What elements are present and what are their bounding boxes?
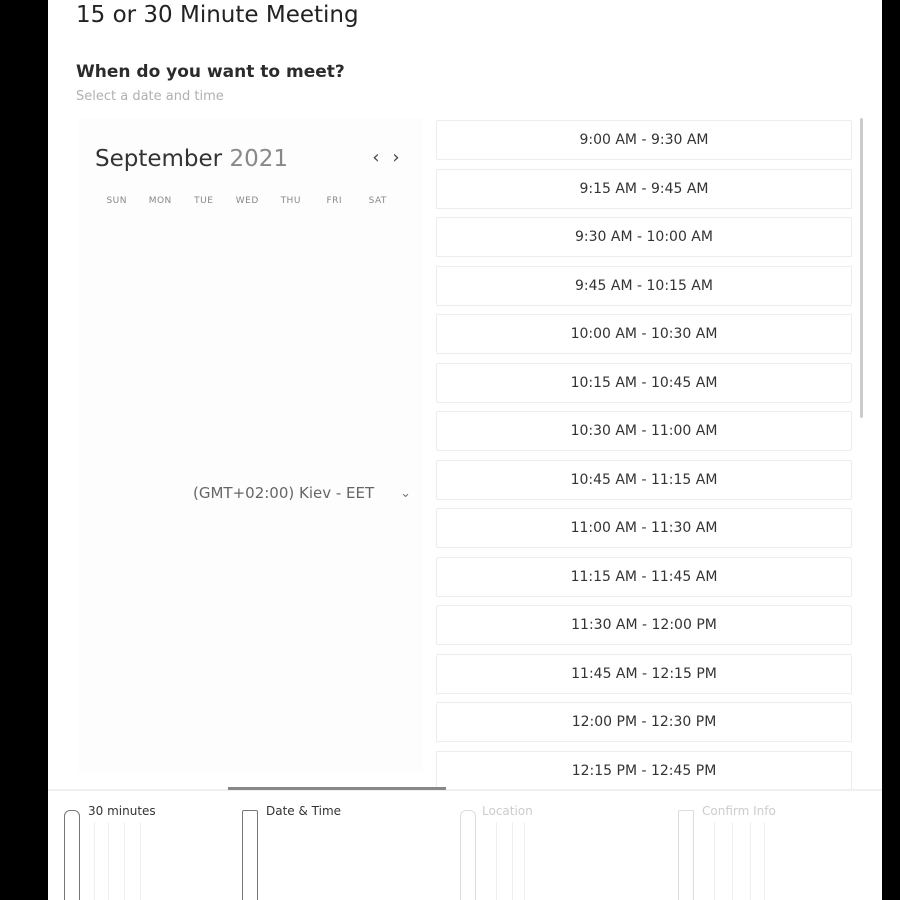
chevron-down-icon: ⌄ bbox=[400, 485, 411, 501]
time-slot-button[interactable]: 9:15 AM - 9:45 AM bbox=[436, 168, 852, 209]
chevron-left-icon[interactable]: ‹ bbox=[367, 148, 385, 168]
year-name: 2021 bbox=[229, 146, 288, 172]
time-slot-button[interactable]: 9:00 AM - 9:30 AM bbox=[436, 120, 852, 160]
page-title: 15 or 30 Minute Meeting bbox=[76, 2, 359, 28]
time-slot-button[interactable]: 10:30 AM - 11:00 AM bbox=[436, 411, 852, 451]
weekday-header: SUN MON TUE WED THU FRI SAT bbox=[95, 196, 400, 206]
clock-icon bbox=[64, 810, 80, 900]
weekday-tue: TUE bbox=[194, 196, 214, 206]
weekday-mon: MON bbox=[148, 196, 172, 206]
checkbox-icon bbox=[678, 810, 694, 900]
scheduler-panel: 15 or 30 Minute Meeting When do you want… bbox=[48, 0, 882, 900]
calendar-panel: September 2021 ‹ › SUN MON TUE WED THU F… bbox=[78, 118, 423, 773]
weekday-fri: FRI bbox=[326, 196, 343, 206]
time-slot-button[interactable]: 12:15 PM - 12:45 PM bbox=[436, 750, 852, 790]
chevron-right-icon[interactable]: › bbox=[387, 148, 405, 168]
step-bar: 30 minutes Date & Time Location Confirm … bbox=[48, 792, 882, 900]
time-slot-button[interactable]: 10:45 AM - 11:15 AM bbox=[436, 459, 852, 500]
time-slot-button[interactable]: 10:00 AM - 10:30 AM bbox=[436, 314, 852, 354]
section-heading: When do you want to meet? bbox=[76, 62, 345, 82]
time-slot-button[interactable]: 12:00 PM - 12:30 PM bbox=[436, 702, 852, 742]
calendar-icon bbox=[242, 810, 258, 900]
weekday-sat: SAT bbox=[368, 196, 387, 206]
step-label: Location bbox=[482, 804, 533, 818]
time-slot-button[interactable]: 11:30 AM - 12:00 PM bbox=[436, 605, 852, 645]
time-slot-button[interactable]: 11:15 AM - 11:45 AM bbox=[436, 556, 852, 597]
weekday-wed: WED bbox=[235, 196, 259, 206]
time-slot-button[interactable]: 11:45 AM - 12:15 PM bbox=[436, 653, 852, 694]
location-pin-icon bbox=[460, 810, 476, 900]
slot-scrollbar[interactable] bbox=[860, 118, 863, 418]
weekday-thu: THU bbox=[280, 196, 301, 206]
step-label: 30 minutes bbox=[88, 804, 156, 818]
time-slot-button[interactable]: 9:45 AM - 10:15 AM bbox=[436, 265, 852, 306]
progress-track bbox=[48, 789, 882, 791]
time-slot-button[interactable]: 10:15 AM - 10:45 AM bbox=[436, 362, 852, 403]
section-hint: Select a date and time bbox=[76, 89, 224, 104]
step-label: Date & Time bbox=[266, 804, 342, 818]
progress-fill bbox=[228, 787, 446, 790]
time-slot-list[interactable]: 9:00 AM - 9:30 AM 9:15 AM - 9:45 AM 9:30 A… bbox=[436, 118, 854, 790]
step-label: Confirm Info bbox=[702, 804, 776, 818]
weekday-sun: SUN bbox=[106, 196, 128, 206]
timezone-label: (GMT+02:00) Kiev - EET bbox=[193, 484, 375, 502]
calendar-month-label: September 2021 bbox=[95, 146, 288, 172]
month-name: September bbox=[95, 146, 223, 172]
time-slot-button[interactable]: 11:00 AM - 11:30 AM bbox=[436, 508, 852, 548]
time-slot-button[interactable]: 9:30 AM - 10:00 AM bbox=[436, 217, 852, 257]
timezone-select[interactable]: (GMT+02:00) Kiev - EET ⌄ bbox=[193, 476, 415, 510]
